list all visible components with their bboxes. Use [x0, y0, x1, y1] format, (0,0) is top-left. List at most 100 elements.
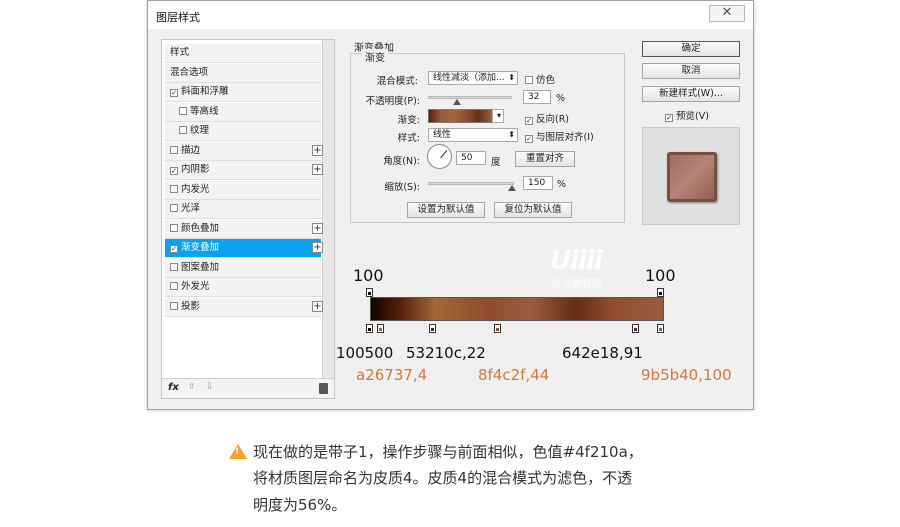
- checkbox[interactable]: [170, 262, 178, 271]
- checkbox[interactable]: [179, 106, 187, 115]
- color-stop[interactable]: [366, 324, 373, 333]
- list-scrollbar[interactable]: [322, 40, 334, 398]
- style-list-item-label: 颜色叠加: [181, 222, 220, 234]
- stop-label: 9b5b40,100: [641, 366, 732, 384]
- angle-input[interactable]: 50: [456, 151, 486, 165]
- opacity-slider-thumb[interactable]: [453, 99, 461, 105]
- style-list-item[interactable]: 光泽: [165, 200, 321, 219]
- style-list-item[interactable]: 描边 +: [165, 141, 323, 161]
- stop-label: 53210c,22: [406, 344, 486, 362]
- style-list-item[interactable]: ✓ 内阴影 +: [165, 161, 323, 180]
- add-icon[interactable]: +: [312, 222, 323, 234]
- stop-label: 100500: [336, 344, 394, 362]
- fx-button[interactable]: fx: [168, 382, 179, 393]
- opacity-input[interactable]: 32: [523, 90, 551, 104]
- chevron-down-icon: ⬍: [508, 130, 515, 139]
- reset-default-button[interactable]: 复位为默认值: [494, 202, 572, 218]
- scale-unit: %: [557, 179, 567, 190]
- add-icon[interactable]: +: [312, 164, 323, 175]
- checkbox[interactable]: ✓: [170, 245, 178, 253]
- reset-align-button[interactable]: 重置对齐: [515, 151, 575, 167]
- style-list-item-label: 内阴影: [181, 164, 210, 175]
- style-list-item[interactable]: 颜色叠加 +: [165, 219, 323, 239]
- preview-checkbox[interactable]: ✓ 预览(V): [665, 108, 709, 122]
- checkbox[interactable]: [170, 301, 178, 310]
- left-opacity-label: 100: [353, 266, 384, 285]
- style-list-item[interactable]: 内发光: [165, 180, 321, 200]
- style-list-item[interactable]: 图案叠加: [165, 258, 321, 278]
- checkbox[interactable]: [179, 126, 187, 134]
- preview-panel: [642, 127, 740, 225]
- angle-dial[interactable]: [427, 144, 452, 169]
- checkbox[interactable]: [170, 184, 178, 193]
- style-list-item[interactable]: 外发光: [165, 278, 321, 297]
- add-icon[interactable]: +: [312, 300, 323, 312]
- stop-label: a26737,4: [356, 366, 428, 384]
- note-line: 将材质图层命名为皮质4。皮质4的混合模式为滤色，不透: [253, 469, 633, 487]
- style-list-item[interactable]: 混合选项: [165, 63, 321, 83]
- scale-input[interactable]: 150: [523, 176, 553, 190]
- color-stop[interactable]: [632, 324, 639, 333]
- blend-mode-label: 混合模式:: [376, 76, 418, 87]
- close-button[interactable]: ✕: [709, 5, 745, 22]
- opacity-stop-left[interactable]: [366, 288, 373, 297]
- style-list-item-label: 投影: [181, 300, 201, 312]
- style-list-item[interactable]: 投影 +: [165, 297, 323, 317]
- right-opacity-label: 100: [645, 266, 676, 285]
- style-list-item-label: 混合选项: [170, 66, 209, 78]
- title-bar: 图层样式 ✕: [148, 1, 753, 29]
- color-stop[interactable]: [377, 324, 384, 333]
- move-down-icon[interactable]: ⇩: [206, 382, 214, 392]
- dialog-title: 图层样式: [156, 11, 200, 24]
- blend-mode-value: 线性减淡（添加...: [433, 73, 505, 83]
- scale-slider-thumb[interactable]: [508, 185, 516, 191]
- checkbox[interactable]: [170, 282, 178, 290]
- add-icon[interactable]: +: [312, 144, 323, 156]
- style-list-item[interactable]: ✓ 斜面和浮雕: [165, 83, 321, 102]
- scale-label: 缩放(S):: [384, 182, 420, 193]
- color-stop[interactable]: [657, 324, 664, 333]
- style-label: 样式:: [397, 133, 420, 144]
- move-up-icon[interactable]: ⇧: [188, 382, 196, 392]
- checkbox[interactable]: [170, 223, 178, 232]
- opacity-unit: %: [556, 93, 566, 104]
- style-select[interactable]: 线性 ⬍: [428, 128, 518, 142]
- color-stop[interactable]: [429, 324, 436, 333]
- dither-checkbox[interactable]: 仿色: [525, 72, 555, 86]
- style-list-item[interactable]: ✓ 渐变叠加 +: [165, 239, 323, 258]
- angle-label: 角度(N):: [383, 156, 420, 167]
- align-checkbox[interactable]: ✓ 与图层对齐(I): [525, 129, 594, 143]
- chevron-down-icon: ⬍: [508, 73, 515, 82]
- blend-mode-select[interactable]: 线性减淡（添加... ⬍: [428, 71, 518, 85]
- angle-unit: 度: [491, 157, 501, 168]
- gradient-swatch[interactable]: [428, 109, 492, 123]
- list-toolbar: fx ⇧ ⇩: [162, 378, 334, 398]
- set-default-button[interactable]: 设置为默认值: [407, 202, 485, 218]
- ok-button[interactable]: 确定: [642, 41, 740, 57]
- style-list-item[interactable]: 样式: [165, 44, 321, 63]
- style-list-item-label: 光泽: [181, 203, 201, 214]
- cancel-button[interactable]: 取消: [642, 63, 740, 79]
- reverse-checkbox[interactable]: ✓ 反向(R): [525, 111, 569, 125]
- stop-label: 642e18,91: [562, 344, 643, 362]
- opacity-label: 不透明度(P):: [365, 96, 420, 107]
- checkbox[interactable]: ✓: [170, 167, 178, 175]
- gradient-bar[interactable]: [370, 297, 664, 321]
- style-list-item[interactable]: 纹理: [165, 122, 321, 141]
- style-value: 线性: [433, 130, 452, 140]
- style-list-item-label: 图案叠加: [181, 261, 220, 273]
- checkbox[interactable]: [170, 204, 178, 212]
- opacity-slider[interactable]: [428, 96, 512, 99]
- color-stop[interactable]: [494, 324, 501, 333]
- trash-icon[interactable]: [319, 383, 328, 394]
- checkbox[interactable]: [170, 145, 178, 154]
- checkbox[interactable]: ✓: [170, 89, 178, 97]
- style-list-item-label: 斜面和浮雕: [181, 86, 229, 97]
- gradient-dropdown[interactable]: ▾: [492, 109, 504, 123]
- scale-slider[interactable]: [428, 182, 514, 185]
- new-style-button[interactable]: 新建样式(W)...: [642, 86, 740, 102]
- add-icon[interactable]: +: [312, 242, 323, 253]
- opacity-stop-right[interactable]: [657, 288, 664, 297]
- group-title: 渐变: [362, 49, 388, 64]
- style-list-item[interactable]: 等高线: [165, 102, 321, 122]
